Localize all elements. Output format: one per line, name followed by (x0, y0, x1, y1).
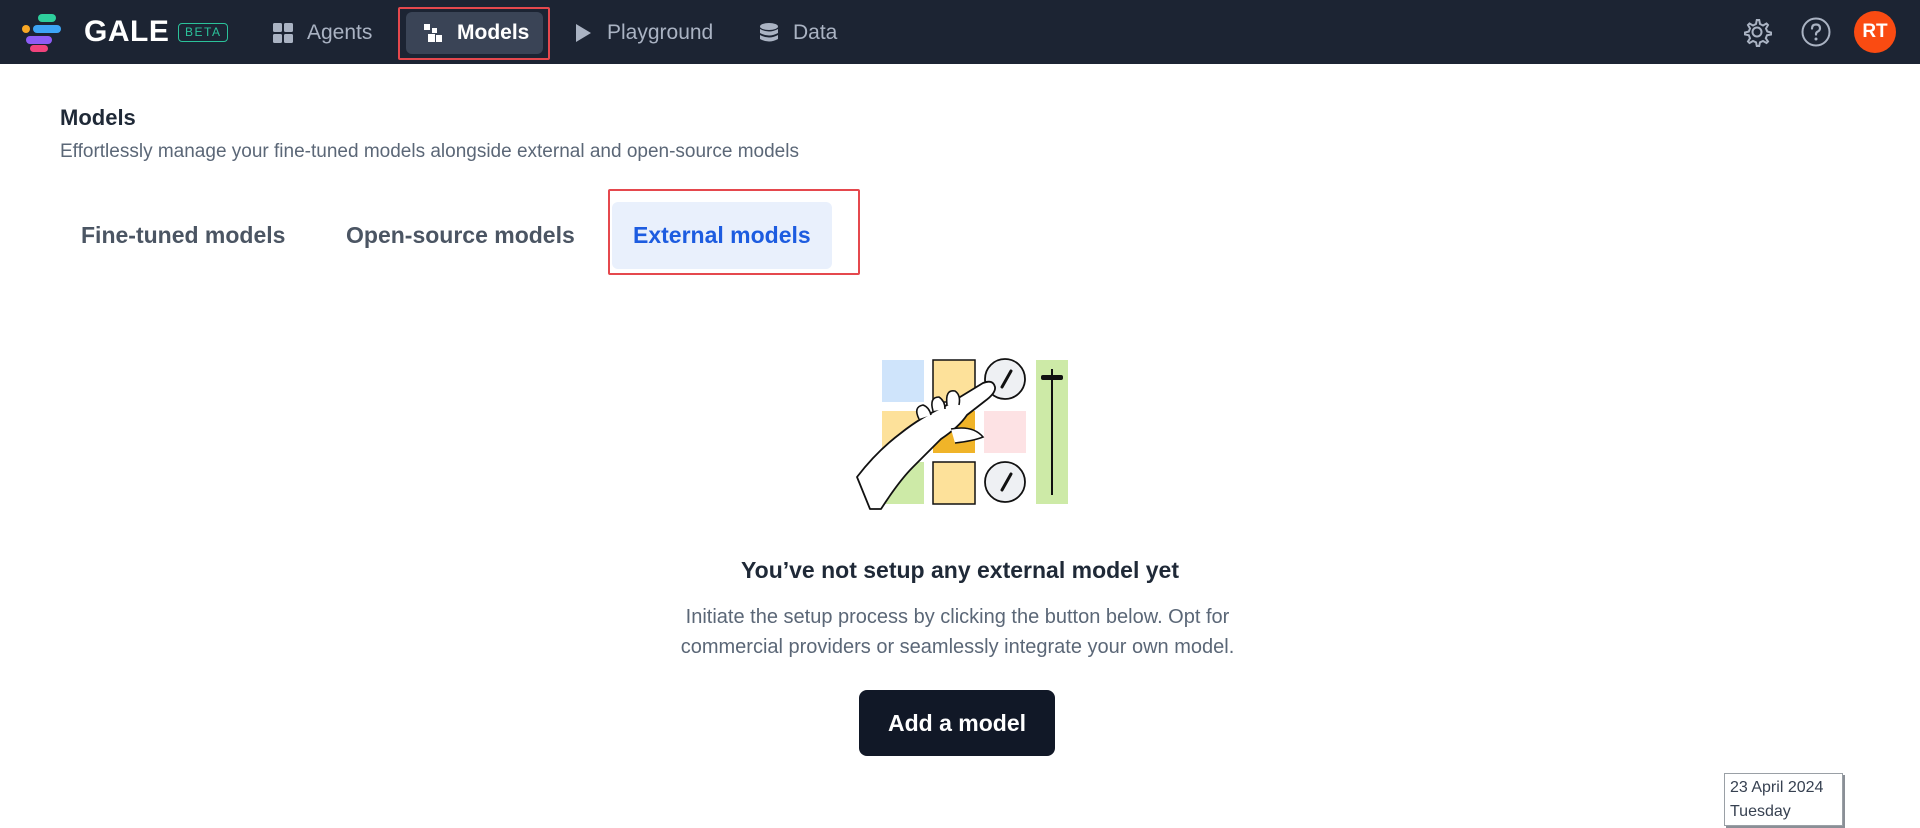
tab-open-source-models[interactable]: Open-source models (325, 202, 596, 269)
brand-name: GALE (84, 15, 170, 48)
top-navbar: GALE BETA Agents Models Playground Data … (0, 0, 1920, 64)
gear-icon[interactable] (1741, 16, 1773, 48)
nav-agents[interactable]: Agents (256, 12, 386, 54)
tab-fine-tuned-models[interactable]: Fine-tuned models (60, 202, 306, 269)
nav-models-highlight (398, 7, 550, 60)
nav-data[interactable]: Data (742, 12, 851, 54)
date-stamp-date: 23 April 2024 (1730, 779, 1824, 796)
date-stamp: 23 April 2024 Tuesday (1724, 773, 1843, 826)
nav-playground-label: Playground (607, 21, 714, 44)
empty-state-title: You’ve not setup any external model yet (741, 557, 1179, 583)
empty-state-description: Initiate the setup process by clicking t… (680, 606, 1235, 658)
user-avatar[interactable]: RT (1854, 11, 1896, 53)
beta-badge: BETA (178, 23, 229, 42)
page-title: Models (60, 105, 136, 130)
nav-agents-label: Agents (307, 21, 373, 44)
date-stamp-day: Tuesday (1730, 803, 1791, 820)
page-subtitle: Effortlessly manage your fine-tuned mode… (60, 141, 799, 162)
database-icon (760, 23, 778, 42)
grid-icon (273, 23, 293, 43)
nav-playground[interactable]: Playground (556, 12, 727, 54)
add-model-button[interactable]: Add a model (859, 690, 1055, 756)
tab-external-models-highlight (608, 189, 860, 275)
gale-logo-icon[interactable] (22, 14, 72, 52)
control-panel-illustration (856, 358, 1068, 510)
help-icon[interactable] (1800, 16, 1832, 48)
nav-data-label: Data (793, 21, 838, 44)
play-icon (576, 24, 591, 42)
